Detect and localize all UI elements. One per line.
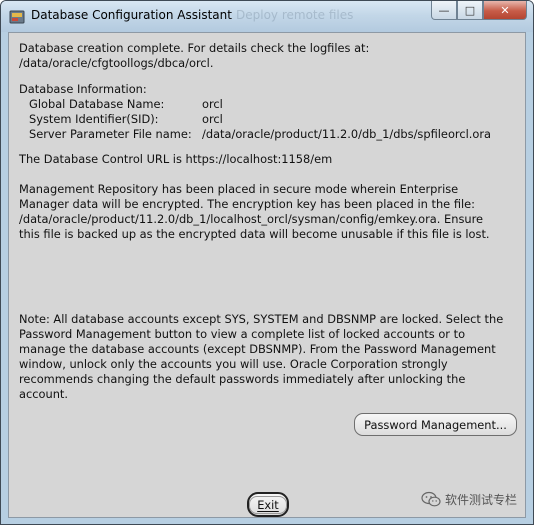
note-line: Password Management button to view a com… bbox=[19, 327, 466, 341]
watermark-text: 软件测试专栏 bbox=[445, 493, 518, 507]
db-info-header: Database Information: bbox=[19, 82, 147, 96]
exit-label: Exit bbox=[249, 495, 287, 514]
repository-line: this file is backed up as the encrypted … bbox=[19, 227, 490, 241]
close-button[interactable]: ✕ bbox=[483, 1, 527, 20]
logfile-path: /data/oracle/cfgtoollogs/dbca/orcl. bbox=[19, 56, 214, 70]
sid-label: System Identifier(SID): bbox=[29, 112, 159, 126]
password-management-label: Password Management... bbox=[364, 417, 507, 432]
dbca-window: Database Configuration Assistant Deploy … bbox=[0, 0, 534, 525]
password-management-button[interactable]: Password Management... bbox=[354, 413, 517, 436]
note-line: window, unlock only the accounts you wil… bbox=[19, 357, 448, 371]
wechat-watermark: 软件测试专栏 bbox=[421, 491, 517, 508]
exit-button[interactable]: Exit bbox=[247, 492, 289, 517]
background-window-title: Deploy remote files bbox=[236, 8, 354, 22]
global-db-name-value: orcl bbox=[202, 97, 223, 111]
maximize-icon: □ bbox=[464, 3, 476, 17]
minimize-icon: — bbox=[438, 3, 450, 17]
repository-line: /data/oracle/product/11.2.0/db_1/localho… bbox=[19, 212, 484, 226]
dialog-content: Database creation complete. For details … bbox=[8, 32, 526, 518]
minimize-button[interactable]: — bbox=[431, 1, 457, 20]
repository-line: Manager data will be encrypted. The encr… bbox=[19, 197, 475, 211]
creation-message: Database creation complete. For details … bbox=[19, 41, 370, 55]
note-line: account. bbox=[19, 387, 68, 401]
note-line: manage the database accounts (except DBS… bbox=[19, 342, 496, 356]
global-db-name-label: Global Database Name: bbox=[29, 97, 165, 111]
wechat-icon bbox=[421, 491, 441, 507]
spfile-label: Server Parameter File name: bbox=[29, 127, 192, 141]
maximize-button[interactable]: □ bbox=[457, 1, 483, 20]
close-icon: ✕ bbox=[500, 3, 510, 17]
oracle-app-icon bbox=[9, 10, 25, 24]
note-line: recommends changing the default password… bbox=[19, 372, 466, 386]
spfile-value: /data/oracle/product/11.2.0/db_1/dbs/spf… bbox=[202, 127, 492, 141]
repository-line: Management Repository has been placed in… bbox=[19, 182, 459, 196]
control-url-text: The Database Control URL is https://loca… bbox=[19, 152, 333, 166]
sid-value: orcl bbox=[202, 112, 223, 126]
window-title: Database Configuration Assistant bbox=[31, 8, 232, 22]
window-controls: — □ ✕ bbox=[431, 1, 527, 21]
note-line: Note: All database accounts except SYS, … bbox=[19, 312, 504, 326]
title-bar[interactable]: Database Configuration Assistant Deploy … bbox=[1, 1, 533, 32]
